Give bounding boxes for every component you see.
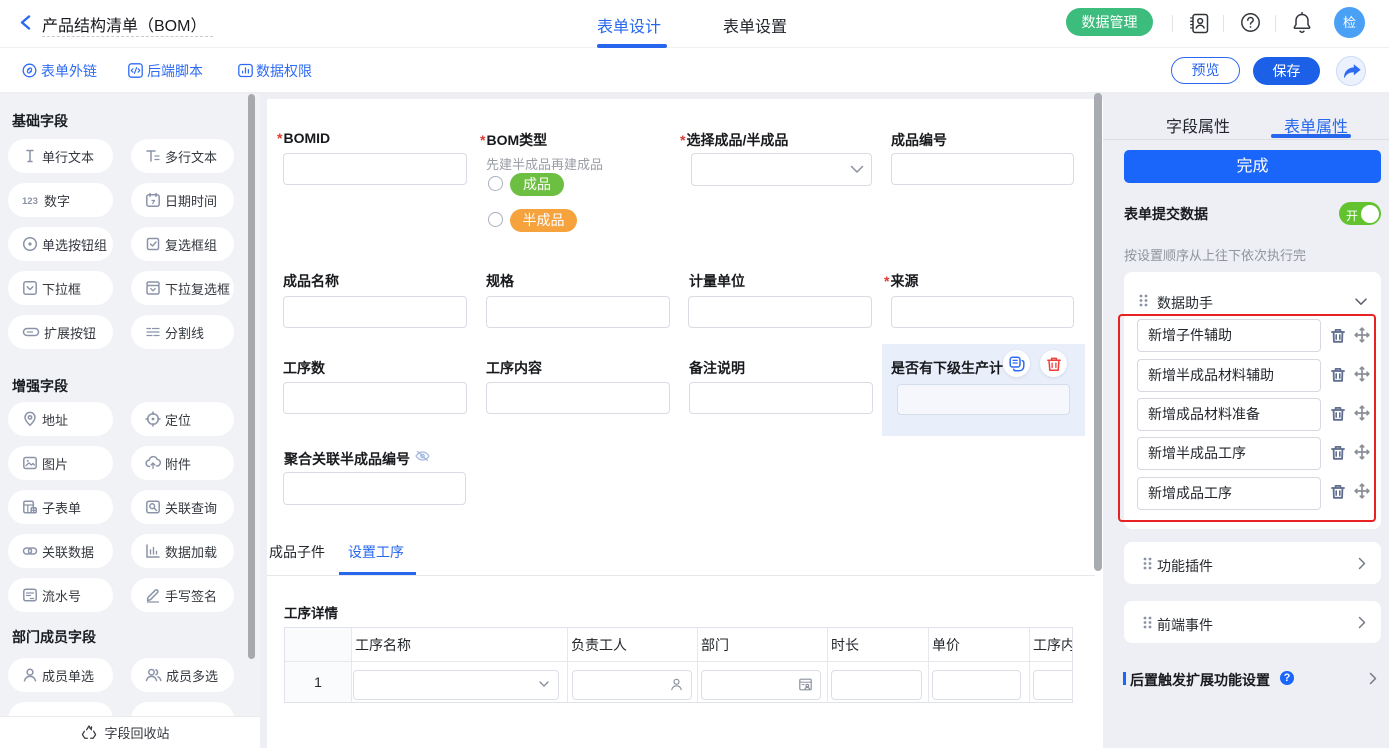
svg-text:123: 123 — [22, 196, 38, 207]
